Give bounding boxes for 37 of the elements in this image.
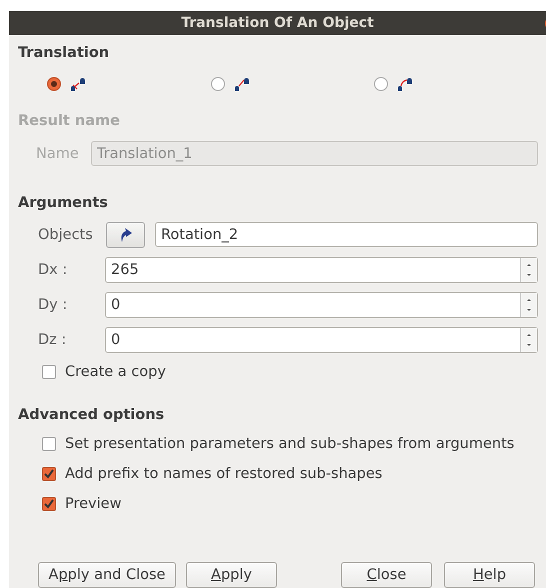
objects-field[interactable]: Rotation_2 <box>155 222 538 247</box>
radio-button[interactable] <box>374 77 388 91</box>
checkbox-label: Preview <box>65 496 122 512</box>
spin-field[interactable]: 0 <box>105 326 538 352</box>
checkbox[interactable] <box>42 365 56 379</box>
field-label: Objects <box>38 226 94 242</box>
dialog-button[interactable]: Apply and Close <box>38 562 176 588</box>
checkbox-label: Create a copy <box>65 364 166 380</box>
dialog-button[interactable]: Close <box>341 562 432 588</box>
dialog-button[interactable]: Apply <box>186 562 277 588</box>
field-label: Dz : <box>38 332 68 348</box>
radio-button[interactable] <box>210 77 225 91</box>
points-icon <box>234 77 250 91</box>
spinner-arrows[interactable] <box>520 328 537 352</box>
spin-field[interactable]: 0 <box>105 292 538 318</box>
points-icon <box>70 77 86 91</box>
field-label: Name <box>36 146 80 162</box>
spinner-arrows[interactable] <box>520 258 537 282</box>
checkbox[interactable] <box>42 437 56 451</box>
checkbox[interactable] <box>42 497 56 511</box>
section-title: Advanced options <box>18 407 166 425</box>
spin-field[interactable]: 265 <box>105 256 538 282</box>
dialog-button[interactable]: Help <box>444 562 535 588</box>
section-title: Result name <box>18 113 121 131</box>
window-title: Translation Of An Object <box>181 15 374 31</box>
points-icon <box>397 77 414 91</box>
select-button[interactable] <box>106 222 145 248</box>
field-label: Dy : <box>38 296 68 312</box>
checkbox-label: Set presentation parameters and sub-shapes from arguments <box>65 436 514 452</box>
checkbox-label: Add prefix to names of restored sub-shapes <box>65 466 382 482</box>
arrow-icon <box>118 226 132 242</box>
radio-button[interactable] <box>47 77 61 91</box>
section-title: Translation <box>18 45 110 63</box>
checkbox[interactable] <box>42 467 56 481</box>
spinner-arrows[interactable] <box>520 292 537 316</box>
field-label: Dx : <box>38 262 68 278</box>
section-title: Arguments <box>18 195 109 213</box>
